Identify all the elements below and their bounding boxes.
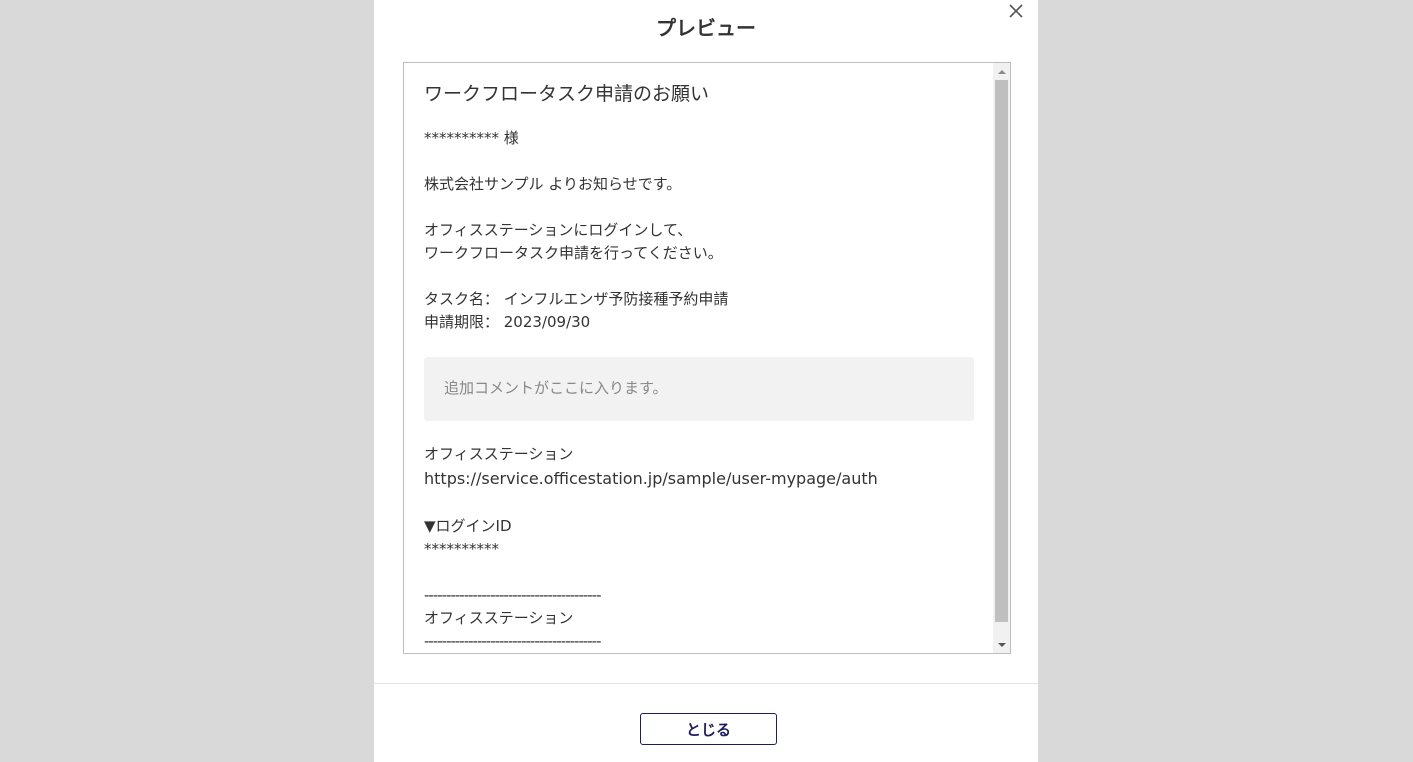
close-footer-button[interactable]: とじる [640,713,777,745]
preview-scrollbar[interactable] [993,63,1010,653]
mail-preview-box[interactable]: ワークフロータスク申請のお願い ********** 様 株式会社サンプル より… [403,62,1011,654]
preview-modal: プレビュー ワークフロータスク申請のお願い ********** 様 株式会社サ… [374,0,1038,762]
mail-instruction-line2: ワークフロータスク申請を行ってください。 [424,244,723,262]
mail-task-info: タスク名： インフルエンザ予防接種予約申請 申請期限： 2023/09/30 [424,288,974,334]
triangle-down-icon [997,642,1006,647]
mail-login-id-label: ▼ログインID [424,517,512,535]
footer-divider [374,683,1038,684]
mail-signature: オフィスステーション [424,609,574,627]
mail-instruction: オフィスステーションにログインして、 ワークフロータスク申請を行ってください。 [424,219,974,265]
mail-divider-bottom: ---------------------------------------- [424,632,602,650]
triangle-up-icon [997,69,1006,74]
scroll-up-button[interactable] [993,63,1010,80]
mail-instruction-line1: オフィスステーションにログインして、 [424,221,693,239]
mail-comment-box: 追加コメントがここに入ります。 [424,357,974,421]
close-button[interactable] [1004,0,1028,22]
mail-login-id-value: ********** [424,540,499,558]
scroll-thumb[interactable] [995,80,1008,622]
mail-recipient: ********** 様 [424,129,519,147]
mail-divider-top: ---------------------------------------- [424,586,602,604]
close-icon [1009,4,1023,18]
mail-url: https://service.officestation.jp/sample/… [424,469,878,488]
mail-task-name: タスク名： インフルエンザ予防接種予約申請 [424,290,729,308]
mail-intro: 株式会社サンプル よりお知らせです。 [424,175,682,193]
mail-preview-content: ワークフロータスク申請のお願い ********** 様 株式会社サンプル より… [404,63,994,653]
modal-title: プレビュー [656,16,756,40]
mail-service-name: オフィスステーション [424,445,574,463]
mail-deadline: 申請期限： 2023/09/30 [424,313,591,331]
scroll-down-button[interactable] [993,636,1010,653]
mail-subject: ワークフロータスク申請のお願い [424,83,710,105]
